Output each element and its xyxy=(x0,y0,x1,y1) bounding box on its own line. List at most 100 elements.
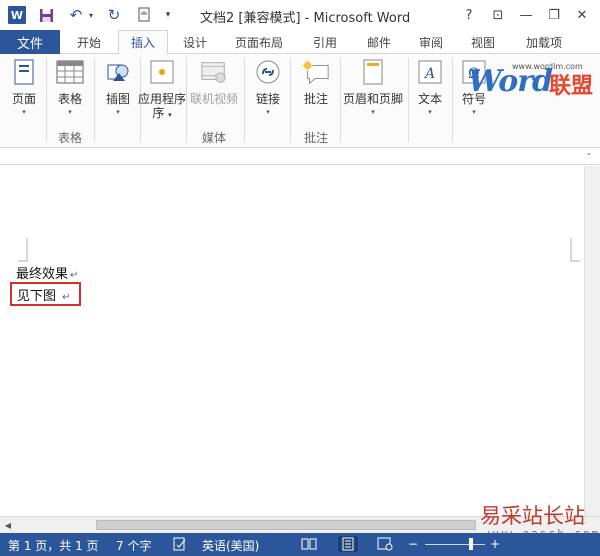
status-bar: 第 1 页，共 1 页 7 个字 英语(美国) − + xyxy=(0,533,600,556)
apps-icon xyxy=(148,58,176,86)
separator xyxy=(452,58,453,142)
comment-label: 批注 xyxy=(303,92,328,106)
online-video-label: 联机视频 xyxy=(189,92,238,106)
save-icon[interactable] xyxy=(38,6,54,24)
table-button[interactable]: 表格 ▾ xyxy=(52,58,88,117)
tab-mailings[interactable]: 邮件 xyxy=(356,30,402,54)
chevron-down-icon: ▾ xyxy=(472,108,476,116)
header-footer-button[interactable]: 页眉和页脚 ▾ xyxy=(342,58,404,117)
table-label: 表格 xyxy=(57,92,82,106)
watermark-site-name: 易采站长站 xyxy=(480,504,585,528)
link-icon xyxy=(254,58,282,86)
scroll-left-icon[interactable]: ◀ xyxy=(2,519,14,531)
document-page[interactable] xyxy=(0,166,584,516)
tab-references[interactable]: 引用 xyxy=(302,30,348,54)
print-layout-icon[interactable] xyxy=(338,536,358,552)
paragraph-mark: ↵ xyxy=(70,270,79,281)
group-comments-label: 批注 xyxy=(303,131,328,145)
web-layout-icon[interactable] xyxy=(376,536,394,552)
close-button[interactable]: ✕ xyxy=(568,4,596,26)
illustrations-button[interactable]: 插图 ▾ xyxy=(100,58,136,117)
link-button[interactable]: 链接 ▾ xyxy=(250,58,286,117)
watermark-logo-word: Word xyxy=(468,64,553,99)
vertical-scrollbar[interactable] xyxy=(584,166,600,516)
link-label: 链接 xyxy=(255,92,280,106)
separator xyxy=(408,58,409,142)
chevron-down-icon: ▾ xyxy=(428,108,432,116)
repeat-icon[interactable]: ↻ xyxy=(106,6,122,24)
group-media-label: 媒体 xyxy=(201,131,226,145)
tab-home[interactable]: 开始 xyxy=(66,30,112,54)
svg-text:A: A xyxy=(423,66,435,82)
zoom-slider-track[interactable] xyxy=(425,544,485,545)
chevron-down-icon: ▾ xyxy=(371,108,375,116)
undo-dropdown-icon[interactable]: ▾ xyxy=(86,6,96,24)
margin-corner-mark xyxy=(18,238,28,262)
apps-label-line2: 序 ▾ xyxy=(152,106,172,120)
apps-label: 应用程序 xyxy=(138,92,187,106)
text-label: 文本 xyxy=(417,92,442,106)
title-bar: W ↶ ▾ ↻ ▾ 文档2 [兼容模式] - Microsoft Word ? … xyxy=(0,0,600,30)
undo-icon[interactable]: ↶ xyxy=(68,6,84,24)
tab-addins[interactable]: 加载项 xyxy=(516,30,572,54)
page-count-status[interactable]: 第 1 页，共 1 页 xyxy=(8,537,99,554)
separator xyxy=(186,58,187,142)
paragraph-mark: ↵ xyxy=(62,292,71,303)
zoom-out-icon[interactable]: − xyxy=(406,536,420,552)
chevron-down-icon: ▾ xyxy=(168,111,172,119)
text-box-icon: A xyxy=(416,58,444,86)
word-app-icon[interactable]: W xyxy=(8,6,26,24)
zoom-in-icon[interactable]: + xyxy=(488,536,502,552)
zoom-slider-knob[interactable] xyxy=(469,538,473,550)
page-icon xyxy=(10,58,38,86)
illustrations-label: 插图 xyxy=(105,92,130,106)
document-text-line[interactable]: 见下图 ↵ xyxy=(17,285,71,304)
margin-corner-mark xyxy=(570,238,580,262)
ribbon-tabs: 文件 开始 插入 设计 页面布局 引用 邮件 审阅 视图 加载项 xyxy=(0,30,600,55)
new-comment-button[interactable]: 批注 xyxy=(294,58,338,106)
chevron-down-icon: ▾ xyxy=(116,108,120,116)
header-footer-label: 页眉和页脚 xyxy=(342,92,403,106)
restore-button[interactable]: ❐ xyxy=(540,4,568,26)
tab-design[interactable]: 设计 xyxy=(172,30,218,54)
text-button[interactable]: A 文本 ▾ xyxy=(412,58,448,117)
tab-page-layout[interactable]: 页面布局 xyxy=(226,30,292,54)
proofing-icon[interactable] xyxy=(172,536,188,552)
document-text-line[interactable]: 最终效果 ↵ xyxy=(16,263,78,282)
separator xyxy=(94,58,95,142)
language-status[interactable]: 英语(美国) xyxy=(202,537,259,554)
video-icon xyxy=(200,58,228,86)
separator xyxy=(290,58,291,142)
comment-icon xyxy=(302,58,330,86)
read-mode-icon[interactable] xyxy=(300,536,318,552)
apps-button[interactable]: 应用程序 序 ▾ xyxy=(138,58,186,122)
ribbon-display-options-button[interactable]: ⊡ xyxy=(484,4,512,26)
minimize-button[interactable]: — xyxy=(512,4,540,26)
window-title: 文档2 [兼容模式] - Microsoft Word xyxy=(200,11,411,26)
ruler-area xyxy=(0,148,600,165)
separator xyxy=(340,58,341,142)
tab-review[interactable]: 审阅 xyxy=(408,30,454,54)
separator xyxy=(46,58,47,142)
header-footer-icon xyxy=(359,58,387,86)
scrollbar-thumb[interactable] xyxy=(96,520,476,530)
tab-insert[interactable]: 插入 xyxy=(118,30,168,55)
tab-view[interactable]: 视图 xyxy=(460,30,506,54)
collapse-ribbon-icon[interactable]: ⌃ xyxy=(584,151,594,161)
tab-file[interactable]: 文件 xyxy=(0,30,60,54)
watermark-logo-lianmeng: 联盟 xyxy=(549,74,594,99)
chevron-down-icon: ▾ xyxy=(266,108,270,116)
chevron-down-icon: ▾ xyxy=(68,108,72,116)
chevron-down-icon: ▾ xyxy=(22,108,26,116)
page-button[interactable]: 页面 ▾ xyxy=(6,58,42,117)
touch-mode-icon[interactable] xyxy=(136,6,152,24)
shapes-icon xyxy=(104,58,132,86)
customize-qat-icon[interactable]: ▾ xyxy=(162,6,174,24)
group-tables-label: 表格 xyxy=(57,131,82,145)
online-video-button: 联机视频 xyxy=(188,58,240,106)
separator xyxy=(244,58,245,142)
help-button[interactable]: ? xyxy=(455,4,483,26)
table-icon xyxy=(56,58,84,86)
word-count-status[interactable]: 7 个字 xyxy=(116,537,151,554)
page-label: 页面 xyxy=(11,92,36,106)
